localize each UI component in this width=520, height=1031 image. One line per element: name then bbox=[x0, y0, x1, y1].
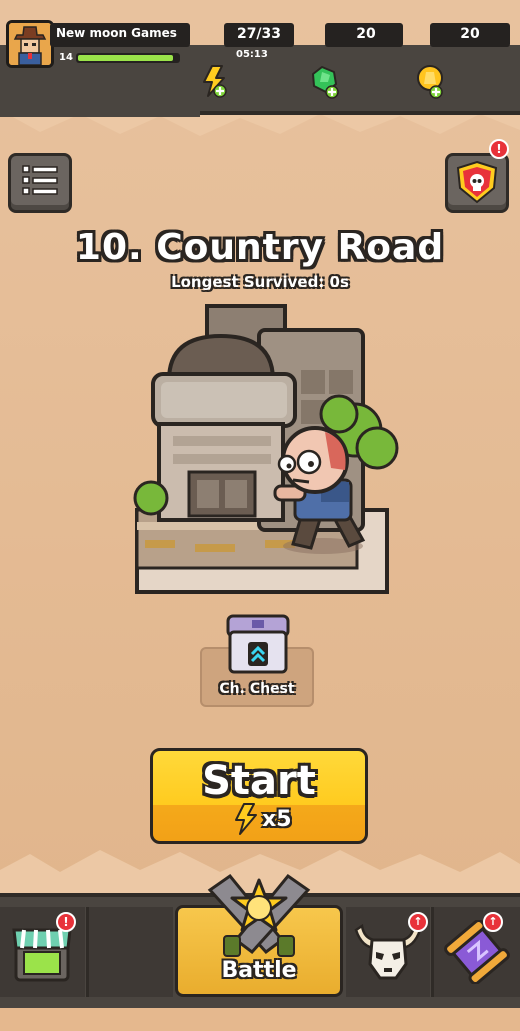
gems-value: 20 bbox=[356, 26, 376, 42]
stage-title: 10. Country Road bbox=[75, 227, 445, 268]
stage-illustration bbox=[133, 304, 399, 594]
energy-timer: 05:13 bbox=[236, 49, 268, 60]
longest-survived: Longest Survived: 0s bbox=[171, 273, 349, 291]
gem-icon bbox=[312, 66, 339, 99]
evolve-upgrade-badge: ↑ bbox=[483, 912, 503, 932]
talents-upgrade-badge: ↑ bbox=[408, 912, 428, 932]
bottom-strip bbox=[0, 1008, 520, 1031]
shop-alert-badge: ! bbox=[56, 912, 76, 932]
player-name: New moon Games bbox=[56, 26, 177, 40]
boss-button[interactable] bbox=[445, 153, 509, 213]
energy-bolt-icon bbox=[203, 65, 227, 98]
list-menu-icon bbox=[22, 165, 58, 195]
menu-button[interactable] bbox=[8, 153, 72, 213]
chapter-chest-label: Ch. Chest bbox=[219, 681, 295, 697]
player-avatar[interactable] bbox=[6, 20, 54, 68]
coins-value: 20 bbox=[460, 26, 480, 42]
start-label: Start bbox=[202, 758, 316, 804]
xp-bar-fill bbox=[78, 55, 173, 61]
cowboy-avatar-icon bbox=[9, 23, 51, 65]
start-energy-cost: x5 bbox=[262, 807, 292, 832]
player-level: 14 bbox=[59, 52, 73, 63]
boss-alert-badge: ! bbox=[489, 139, 509, 159]
battle-label: Battle bbox=[221, 958, 297, 983]
xp-bar bbox=[76, 53, 180, 63]
game-screen: New moon Games 14 27/33 05:13 20 20 ! 10… bbox=[0, 0, 520, 1031]
energy-value: 27/33 bbox=[236, 26, 282, 42]
chest-icon bbox=[226, 614, 290, 674]
scroll-icon bbox=[444, 920, 510, 984]
start-energy-icon bbox=[235, 803, 257, 835]
skull-shield-icon bbox=[456, 160, 498, 204]
battle-guns-badge-icon bbox=[207, 873, 311, 957]
coin-icon bbox=[417, 65, 443, 99]
nav-tab-empty[interactable] bbox=[89, 907, 173, 997]
